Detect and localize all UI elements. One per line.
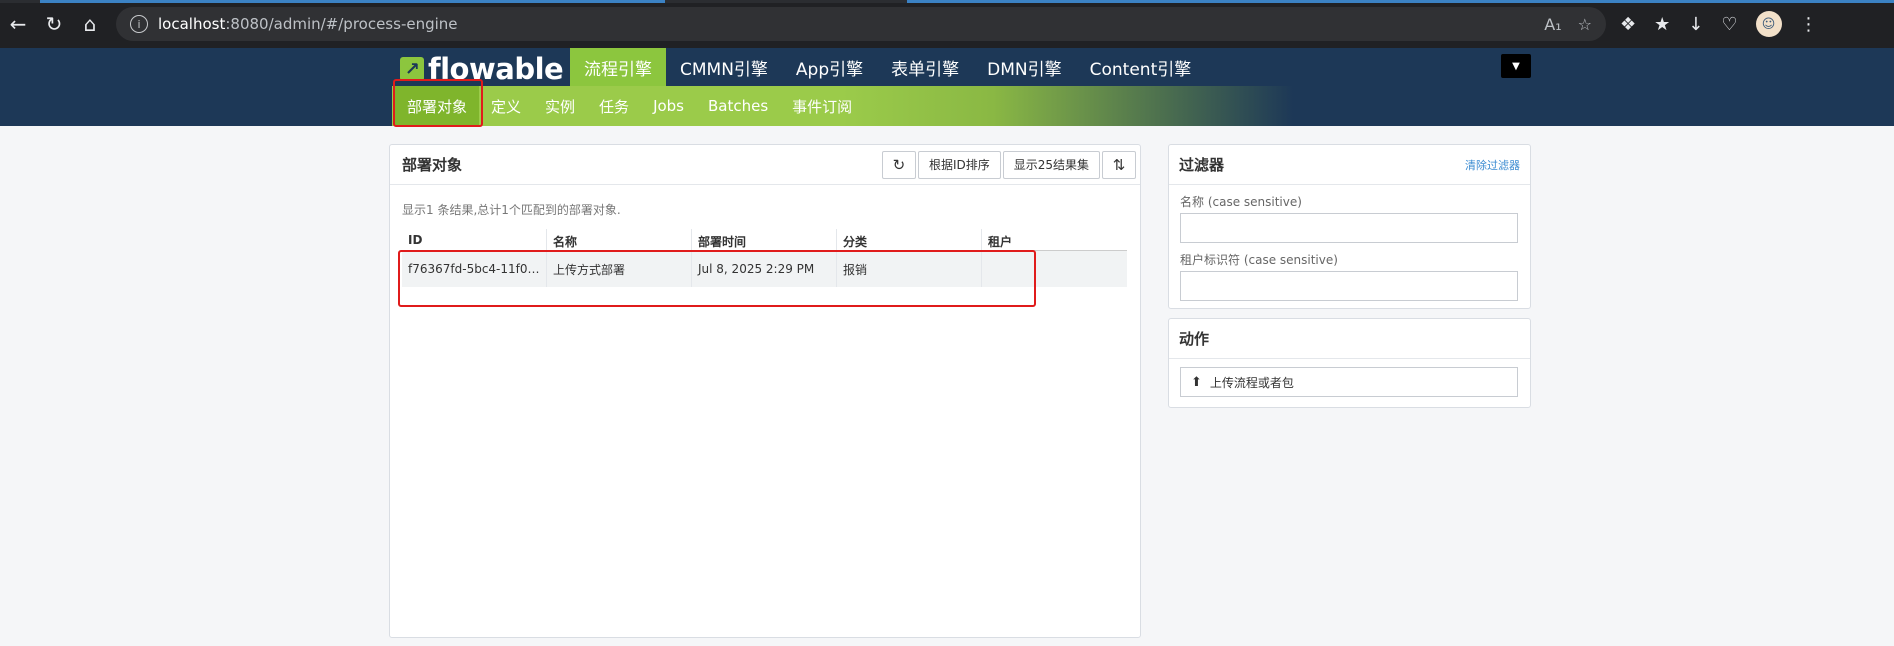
cell-name: 上传方式部署 (547, 251, 692, 287)
column-header-name[interactable]: 名称 (547, 229, 692, 250)
panel-title: 部署对象 (402, 156, 463, 174)
sub-navigation: 部署对象 定义 实例 任务 Jobs Batches 事件订阅 (392, 86, 1894, 126)
subnav-definitions[interactable]: 定义 (479, 86, 533, 126)
user-menu-dropdown[interactable]: ▼ (1501, 54, 1531, 78)
cell-id: f76367fd-5bc4-11f0-9… (402, 251, 547, 287)
url-path: :8080/admin/#/process-engine (225, 15, 458, 33)
sort-by-id-button[interactable]: 根据ID排序 (917, 150, 1001, 179)
tab-process-engine[interactable]: 流程引擎 (570, 48, 666, 86)
more-menu-icon[interactable]: ⋮ (1800, 14, 1818, 35)
downloads-icon[interactable]: ↓ (1688, 14, 1703, 35)
result-summary: 显示1 条结果,总计1个匹配到的部署对象. (402, 203, 621, 217)
back-arrow-icon[interactable]: ← (0, 6, 36, 42)
site-info-icon[interactable]: i (130, 15, 148, 33)
profile-avatar[interactable]: ☺ (1755, 11, 1782, 37)
tab-dmn-engine[interactable]: DMN引擎 (973, 48, 1075, 86)
subnav-instances[interactable]: 实例 (533, 86, 587, 126)
read-aloud-icon[interactable]: A₁ (1544, 15, 1561, 34)
filter-header: 过滤器 清除过滤器 (1169, 145, 1530, 185)
subnav-tasks[interactable]: 任务 (587, 86, 641, 126)
cell-deploy-time: Jul 8, 2025 2:29 PM (692, 251, 837, 287)
subnav-jobs[interactable]: Jobs (641, 86, 696, 126)
flowable-logo[interactable]: ↗ flowable (400, 50, 564, 88)
favorites-icon[interactable]: ★ (1654, 14, 1670, 35)
favorite-star-icon[interactable]: ☆ (1578, 15, 1592, 34)
home-icon[interactable]: ⌂ (72, 6, 108, 42)
upload-process-button[interactable]: ⬆ 上传流程或者包 (1180, 367, 1518, 397)
sort-direction-button[interactable]: ⇅ (1102, 150, 1136, 179)
subnav-deployments[interactable]: 部署对象 (395, 86, 480, 126)
tenant-filter-input[interactable] (1180, 271, 1518, 301)
subnav-batches[interactable]: Batches (696, 86, 780, 126)
column-header-deploy-time[interactable]: 部署时间 (692, 229, 837, 250)
tab-app-engine[interactable]: App引擎 (782, 48, 877, 86)
upload-label: 上传流程或者包 (1209, 375, 1294, 390)
engine-tabs: 流程引擎 CMMN引擎 App引擎 表单引擎 DMN引擎 Content引擎 (570, 48, 1205, 86)
table-row[interactable]: f76367fd-5bc4-11f0-9… 上传方式部署 Jul 8, 2025… (402, 251, 1127, 287)
tab-content-engine[interactable]: Content引擎 (1076, 48, 1206, 86)
app-header: ↗ flowable 流程引擎 CMMN引擎 App引擎 表单引擎 DMN引擎 … (0, 48, 1894, 126)
column-header-category[interactable]: 分类 (837, 229, 982, 250)
tab-cmmn-engine[interactable]: CMMN引擎 (666, 48, 782, 86)
actions-title: 动作 (1179, 330, 1210, 348)
filter-title: 过滤器 (1179, 156, 1225, 174)
refresh-button[interactable]: ↻ (881, 150, 916, 179)
name-filter-label: 名称 (case sensitive) (1180, 195, 1302, 209)
flowable-logo-icon: ↗ (400, 57, 424, 81)
extensions-icon[interactable]: ❖ (1620, 14, 1636, 35)
caret-down-icon: ▼ (1512, 60, 1520, 72)
deployments-table: ID 名称 部署时间 分类 租户 f76367fd-5bc4-11f0-9… 上… (402, 229, 1127, 287)
logo-text: flowable (428, 52, 564, 86)
address-bar[interactable]: i localhost:8080/admin/#/process-engine … (116, 7, 1606, 41)
sort-direction-icon: ⇅ (1112, 155, 1126, 174)
tab-form-engine[interactable]: 表单引擎 (877, 48, 973, 86)
subnav-event-subscriptions[interactable]: 事件订阅 (780, 86, 864, 126)
upload-icon: ⬆ (1191, 374, 1202, 390)
url-host: localhost (158, 15, 226, 33)
cell-category: 报销 (837, 251, 982, 287)
deployments-panel: 部署对象 ↻ 根据ID排序 显示25结果集 ⇅ 显示1 条结果,总计1个匹配到的… (389, 144, 1141, 638)
actions-header: 动作 (1169, 319, 1530, 359)
table-header: ID 名称 部署时间 分类 租户 (402, 229, 1127, 251)
name-filter-input[interactable] (1180, 213, 1518, 243)
filter-panel: 过滤器 清除过滤器 名称 (case sensitive) 租户标识符 (cas… (1168, 144, 1531, 309)
column-header-tenant[interactable]: 租户 (982, 229, 1127, 250)
clear-filter-link[interactable]: 清除过滤器 (1465, 157, 1520, 173)
refresh-icon[interactable]: ↻ (36, 6, 72, 42)
actions-panel: 动作 ⬆ 上传流程或者包 (1168, 318, 1531, 408)
health-icon[interactable]: ♡ (1721, 14, 1737, 35)
browser-toolbar: ← ↻ ⌂ i localhost:8080/admin/#/process-e… (0, 0, 1894, 48)
panel-header: 部署对象 ↻ 根据ID排序 显示25结果集 ⇅ (390, 145, 1140, 185)
column-header-id[interactable]: ID (402, 229, 547, 250)
refresh-icon: ↻ (892, 155, 906, 174)
tab-strip (0, 0, 1894, 3)
cell-tenant (982, 251, 1127, 287)
tenant-filter-label: 租户标识符 (case sensitive) (1180, 253, 1338, 267)
page-size-button[interactable]: 显示25结果集 (1002, 150, 1100, 179)
